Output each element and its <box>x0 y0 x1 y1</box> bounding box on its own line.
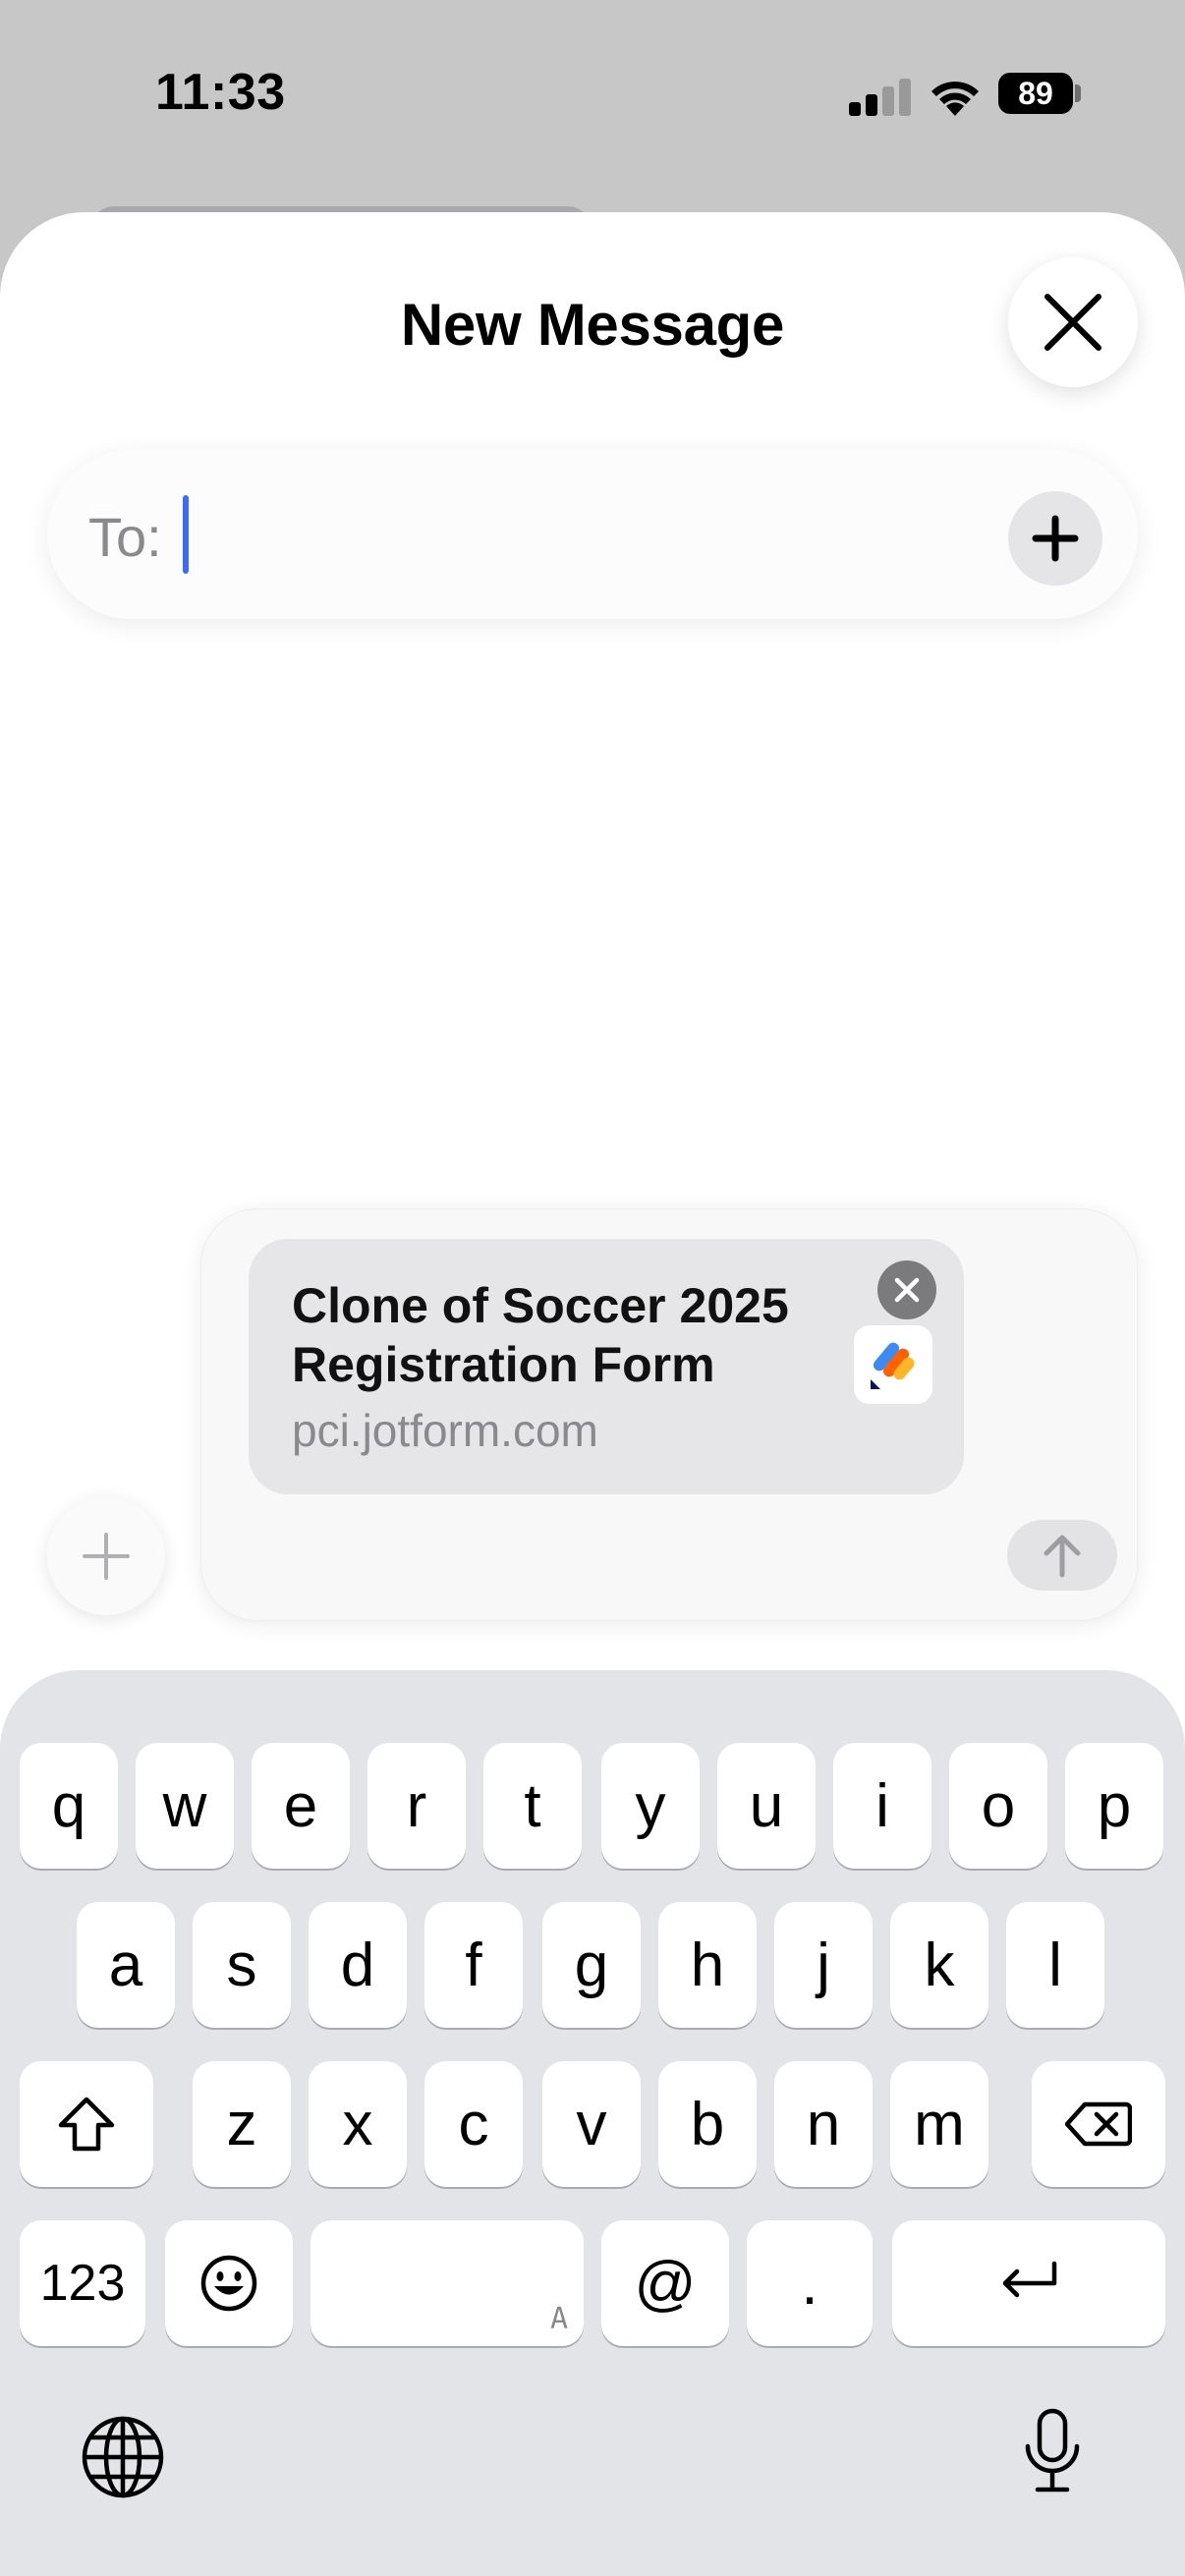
key-i[interactable]: i <box>833 1743 931 1869</box>
key-label: u <box>749 1771 784 1840</box>
globe-icon[interactable] <box>79 2413 167 2501</box>
key-l[interactable]: l <box>1006 1902 1104 2028</box>
numbers-key[interactable]: 123 <box>20 2220 145 2346</box>
link-title: Clone of Soccer 2025 Registration Form <box>292 1278 789 1392</box>
key-label: v <box>576 2090 607 2158</box>
link-preview-card[interactable]: Clone of Soccer 2025 Registration Form p… <box>249 1239 964 1494</box>
key-c[interactable]: c <box>424 2061 523 2187</box>
cellular-signal-icon <box>849 79 911 116</box>
microphone-icon[interactable] <box>1020 2407 1085 2495</box>
wifi-icon <box>931 82 979 116</box>
key-label: t <box>524 1771 541 1840</box>
period-key[interactable]: . <box>747 2220 873 2346</box>
link-domain: pci.jotform.com <box>292 1405 598 1456</box>
key-w[interactable]: w <box>136 1743 234 1869</box>
key-p[interactable]: p <box>1065 1743 1163 1869</box>
return-key[interactable] <box>892 2220 1165 2346</box>
key-label: 123 <box>39 2255 126 2312</box>
key-label: n <box>806 2090 841 2158</box>
battery-tip <box>1075 84 1081 102</box>
delete-key[interactable] <box>1032 2061 1165 2187</box>
key-label: e <box>283 1771 318 1840</box>
key-label: w <box>162 1771 207 1840</box>
key-label: m <box>914 2090 965 2158</box>
key-label: k <box>924 1931 955 1999</box>
key-label: d <box>340 1931 375 1999</box>
recipient-input[interactable] <box>183 485 1008 584</box>
key-s[interactable]: s <box>193 1902 291 2028</box>
space-key[interactable]: A <box>310 2220 584 2346</box>
jotform-logo-icon <box>854 1325 932 1404</box>
battery-level: 89 <box>1018 75 1053 111</box>
key-label: @ <box>634 2249 697 2318</box>
keyboard: q w e r t y u i o p a s d f g h j k l z … <box>0 1670 1185 2576</box>
key-t[interactable]: t <box>483 1743 582 1869</box>
remove-link-button[interactable] <box>877 1260 936 1319</box>
close-icon <box>894 1277 920 1303</box>
key-d[interactable]: d <box>309 1902 407 2028</box>
to-label: To: <box>88 506 162 568</box>
key-v[interactable]: v <box>542 2061 641 2187</box>
battery-icon: 89 <box>998 73 1073 114</box>
message-compose-box[interactable]: Clone of Soccer 2025 Registration Form p… <box>200 1208 1138 1621</box>
key-label: a <box>108 1931 143 1999</box>
key-label: y <box>635 1771 666 1840</box>
key-label: g <box>574 1931 609 1999</box>
send-button[interactable] <box>1007 1520 1117 1591</box>
plus-icon <box>83 1533 130 1580</box>
key-label: h <box>690 1931 725 1999</box>
key-label: l <box>1048 1931 1062 1999</box>
key-g[interactable]: g <box>542 1902 641 2028</box>
key-label: s <box>226 1931 257 1999</box>
key-a[interactable]: a <box>77 1902 175 2028</box>
key-label: r <box>406 1771 427 1840</box>
emoji-key[interactable] <box>165 2220 293 2346</box>
key-label: p <box>1097 1771 1132 1840</box>
key-label: . <box>801 2249 818 2318</box>
key-r[interactable]: r <box>367 1743 466 1869</box>
attach-button[interactable] <box>47 1497 165 1615</box>
plus-icon <box>1032 515 1079 562</box>
arrow-up-icon <box>1044 1535 1081 1578</box>
add-contact-button[interactable] <box>1008 491 1102 586</box>
key-j[interactable]: j <box>774 1902 873 2028</box>
key-h[interactable]: h <box>658 1902 757 2028</box>
key-o[interactable]: o <box>949 1743 1047 1869</box>
key-u[interactable]: u <box>717 1743 816 1869</box>
return-icon <box>1002 2261 1057 2298</box>
key-f[interactable]: f <box>424 1902 523 2028</box>
shift-key[interactable] <box>20 2061 153 2187</box>
status-bar: 11:33 89 <box>0 0 1185 196</box>
text-caret <box>183 495 189 574</box>
key-n[interactable]: n <box>774 2061 873 2187</box>
at-key[interactable]: @ <box>601 2220 729 2346</box>
key-label: i <box>875 1771 889 1840</box>
key-m[interactable]: m <box>890 2061 988 2187</box>
to-field[interactable]: To: <box>47 450 1138 619</box>
key-k[interactable]: k <box>890 1902 988 2028</box>
key-label: c <box>458 2090 489 2158</box>
key-z[interactable]: z <box>193 2061 291 2187</box>
close-icon <box>1044 294 1101 351</box>
key-label: f <box>465 1931 482 1999</box>
key-b[interactable]: b <box>658 2061 757 2187</box>
key-label: x <box>342 2090 373 2158</box>
status-time: 11:33 <box>155 64 286 121</box>
key-y[interactable]: y <box>601 1743 700 1869</box>
shift-icon <box>58 2097 115 2152</box>
space-hint: A <box>549 2302 568 2336</box>
emoji-icon <box>200 2255 257 2312</box>
key-e[interactable]: e <box>252 1743 350 1869</box>
key-q[interactable]: q <box>20 1743 118 1869</box>
key-label: o <box>981 1771 1016 1840</box>
key-label: q <box>51 1771 86 1840</box>
close-button[interactable] <box>1008 257 1138 387</box>
key-label: b <box>690 2090 725 2158</box>
key-label: j <box>817 1931 830 1999</box>
key-label: z <box>226 2090 257 2158</box>
delete-icon <box>1065 2101 1132 2147</box>
key-x[interactable]: x <box>309 2061 407 2187</box>
